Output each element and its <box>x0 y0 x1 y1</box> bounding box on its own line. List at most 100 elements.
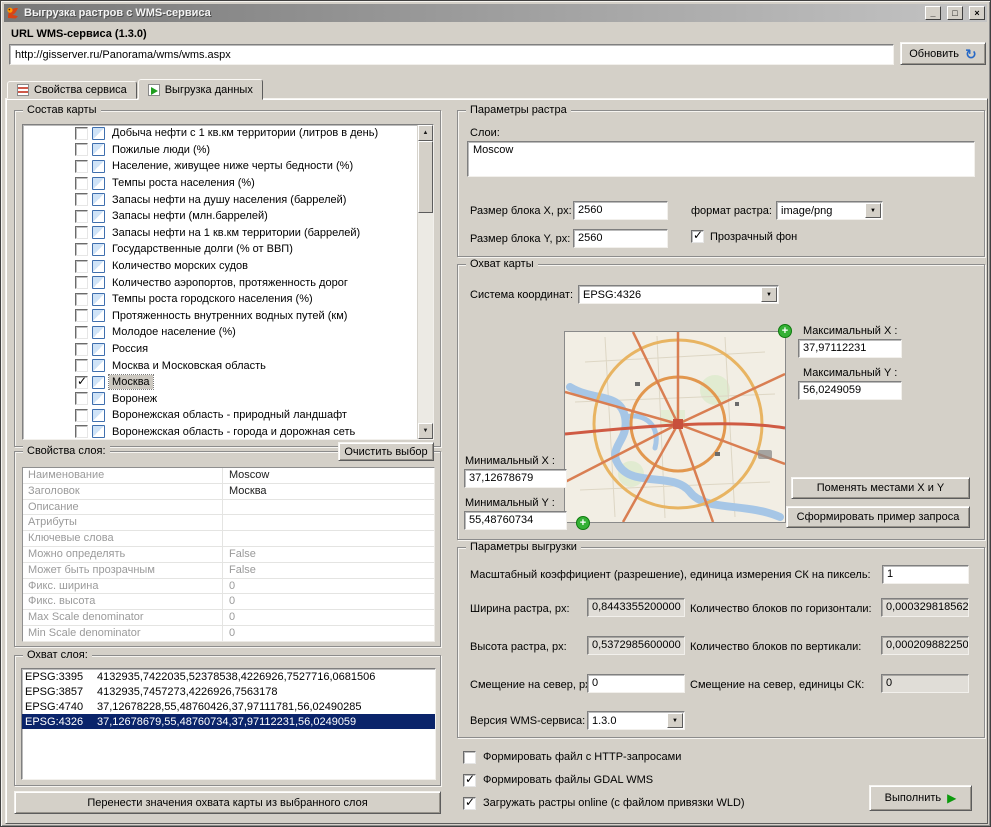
refresh-button[interactable]: Обновить ↻ <box>900 42 986 65</box>
maximize-button[interactable]: □ <box>947 6 963 20</box>
min-x-input[interactable]: 37,12678679 <box>464 469 567 488</box>
format-dropdown[interactable]: image/png ▼ <box>776 201 883 220</box>
clear-selection-button[interactable]: Очистить выбор <box>338 442 434 461</box>
tree-item-checkbox[interactable] <box>75 226 88 239</box>
tree-item[interactable]: Государственные долги (% от ВВП) <box>23 241 433 258</box>
tree-item[interactable]: Пожилые люди (%) <box>23 142 433 159</box>
format-dropdown-button[interactable]: ▼ <box>865 203 881 218</box>
block-x-input[interactable]: 2560 <box>573 201 668 220</box>
tree-item[interactable]: Запасы нефти на душу населения (баррелей… <box>23 191 433 208</box>
tree-item[interactable]: Количество аэропортов, протяженность дор… <box>23 274 433 291</box>
extent-list-item[interactable]: EPSG:3395 4132935,7422035,52378538,42269… <box>22 669 435 684</box>
transfer-extent-button[interactable]: Перенести значения охвата карты из выбра… <box>14 791 441 814</box>
tree-item-checkbox[interactable] <box>75 376 88 389</box>
tree-item-checkbox[interactable] <box>75 127 88 140</box>
tree-item-checkbox[interactable] <box>75 409 88 422</box>
url-input[interactable] <box>9 44 894 65</box>
tree-item-checkbox[interactable] <box>75 293 88 306</box>
property-row[interactable]: Наименование Moscow <box>23 468 434 484</box>
sample-request-button[interactable]: Сформировать пример запроса <box>786 506 970 528</box>
layers-input[interactable]: Moscow <box>467 141 975 177</box>
minimize-button[interactable]: _ <box>925 6 941 20</box>
titlebar[interactable]: Выгрузка растров с WMS-сервиса _ □ × <box>4 4 987 22</box>
transparent-bg-option[interactable]: Прозрачный фон <box>691 230 797 243</box>
tree-item[interactable]: Добыча нефти с 1 кв.км территории (литро… <box>23 125 433 142</box>
tree-item[interactable]: Запасы нефти на 1 кв.км территории (барр… <box>23 225 433 242</box>
tree-item-checkbox[interactable] <box>75 260 88 273</box>
transparent-bg-checkbox[interactable] <box>691 230 704 243</box>
tree-item[interactable]: Воронеж <box>23 391 433 408</box>
tree-item[interactable]: Запасы нефти (млн.баррелей) <box>23 208 433 225</box>
min-corner-plus-icon[interactable]: + <box>576 516 590 530</box>
property-row[interactable]: Фикс. ширина 0 <box>23 579 434 595</box>
property-row[interactable]: Max Scale denominator 0 <box>23 610 434 626</box>
max-x-input[interactable]: 37,97112231 <box>798 339 902 358</box>
property-row[interactable]: Может быть прозрачным False <box>23 563 434 579</box>
tree-item-checkbox[interactable] <box>75 210 88 223</box>
tree-item-checkbox[interactable] <box>75 276 88 289</box>
property-row[interactable]: Атрибуты <box>23 515 434 531</box>
tree-item[interactable]: Москва и Московская область <box>23 357 433 374</box>
tree-item[interactable]: Темпы роста населения (%) <box>23 175 433 192</box>
tree-item[interactable]: Население, живущее ниже черты бедности (… <box>23 158 433 175</box>
tree-item-label: Темпы роста городского населения (%) <box>109 292 316 306</box>
scroll-down-button[interactable]: ▼ <box>418 423 433 439</box>
layer-extent-list[interactable]: EPSG:3395 4132935,7422035,52378538,42269… <box>21 668 436 780</box>
property-row[interactable]: Можно определять False <box>23 547 434 563</box>
option-checkbox[interactable] <box>463 751 476 764</box>
tree-item[interactable]: Темпы роста городского населения (%) <box>23 291 433 308</box>
block-y-input[interactable]: 2560 <box>573 229 668 248</box>
offset-px-input[interactable]: 0 <box>587 674 685 693</box>
tree-item-checkbox[interactable] <box>75 392 88 405</box>
tree-scrollbar[interactable]: ▲ ▼ <box>417 125 433 439</box>
map-layers-tree[interactable]: Добыча нефти с 1 кв.км территории (литро… <box>22 124 434 440</box>
crs-dropdown-button[interactable]: ▼ <box>761 287 777 302</box>
scroll-thumb[interactable] <box>418 141 433 213</box>
tree-item-checkbox[interactable] <box>75 359 88 372</box>
tree-item[interactable]: Количество морских судов <box>23 258 433 275</box>
property-row[interactable]: Min Scale denominator 0 <box>23 626 434 642</box>
property-row[interactable]: Заголовок Москва <box>23 484 434 500</box>
option-checkbox[interactable] <box>463 774 476 787</box>
wms-version-dropdown-button[interactable]: ▼ <box>667 713 683 728</box>
property-row[interactable]: Ключевые слова <box>23 531 434 547</box>
tree-item-checkbox[interactable] <box>75 193 88 206</box>
tree-item-checkbox[interactable] <box>75 243 88 256</box>
tree-item[interactable]: Протяженность внутренних водных путей (к… <box>23 308 433 325</box>
extent-list-item[interactable]: EPSG:4326 37,12678679,55,48760734,37,971… <box>22 714 435 729</box>
option-checkbox[interactable] <box>463 797 476 810</box>
tab-service-properties[interactable]: Свойства сервиса <box>7 81 137 99</box>
tree-item-checkbox[interactable] <box>75 425 88 438</box>
property-row[interactable]: Фикс. высота 0 <box>23 594 434 610</box>
tree-item[interactable]: Воронежская область - города и дорожная … <box>23 424 433 440</box>
extent-list-item[interactable]: EPSG:3857 4132935,7457273,4226926,756317… <box>22 684 435 699</box>
max-y-input[interactable]: 56,0249059 <box>798 381 902 400</box>
map-preview[interactable] <box>564 331 786 523</box>
swap-xy-button[interactable]: Поменять местами X и Y <box>791 477 970 499</box>
execute-button[interactable]: Выполнить ▶ <box>869 785 972 811</box>
property-row[interactable]: Описание <box>23 500 434 516</box>
tree-item[interactable]: Москва <box>23 374 433 391</box>
close-button[interactable]: × <box>969 6 985 20</box>
tree-item-checkbox[interactable] <box>75 309 88 322</box>
tree-item-checkbox[interactable] <box>75 326 88 339</box>
tree-item[interactable]: Россия <box>23 341 433 358</box>
tree-item-checkbox[interactable] <box>75 160 88 173</box>
tree-item[interactable]: Молодое население (%) <box>23 324 433 341</box>
extent-list-item[interactable]: EPSG:4740 37,12678228,55,48760426,37,971… <box>22 699 435 714</box>
option-row[interactable]: Формировать файлы GDAL WMS <box>463 772 745 788</box>
max-corner-plus-icon[interactable]: + <box>778 324 792 338</box>
scroll-track[interactable] <box>418 213 433 423</box>
wms-version-dropdown[interactable]: 1.3.0 ▼ <box>587 711 685 730</box>
tree-item-checkbox[interactable] <box>75 343 88 356</box>
tree-item[interactable]: Воронежская область - природный ландшафт <box>23 407 433 424</box>
scale-input[interactable]: 1 <box>882 565 969 584</box>
crs-dropdown[interactable]: EPSG:4326 ▼ <box>578 285 779 304</box>
tree-item-checkbox[interactable] <box>75 143 88 156</box>
tab-data-export[interactable]: Выгрузка данных <box>138 79 263 100</box>
option-row[interactable]: Формировать файл с HTTP-запросами <box>463 749 745 765</box>
option-row[interactable]: Загружать растры online (с файлом привяз… <box>463 795 745 811</box>
scroll-up-button[interactable]: ▲ <box>418 125 433 141</box>
tree-item-checkbox[interactable] <box>75 177 88 190</box>
min-y-input[interactable]: 55,48760734 <box>464 511 567 530</box>
